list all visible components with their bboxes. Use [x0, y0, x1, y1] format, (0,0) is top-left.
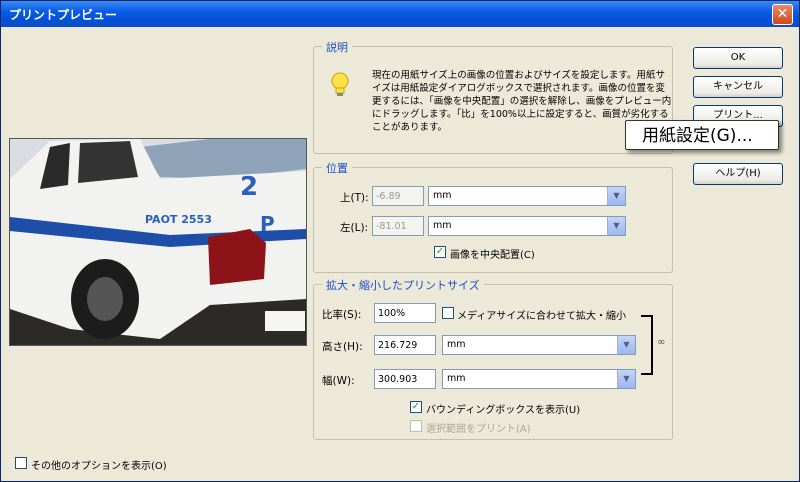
- description-legend: 説明: [322, 39, 352, 55]
- chevron-down-icon: ▼: [617, 336, 635, 354]
- scale-input[interactable]: 100%: [374, 303, 436, 323]
- top-input[interactable]: -6.89: [372, 186, 424, 206]
- left-unit-select[interactable]: mm ▼: [428, 216, 626, 236]
- fit-media-label: メディアサイズに合わせて拡大・縮小: [457, 311, 626, 322]
- width-unit-select[interactable]: mm ▼: [442, 369, 636, 389]
- window-title: プリントプレビュー: [9, 8, 118, 22]
- left-label: 左(L):: [340, 222, 369, 234]
- chevron-down-icon: ▼: [607, 187, 625, 205]
- scaled-size-group: 拡大・縮小したプリントサイズ 比率(S): 100% メディアサイズに合わせて拡…: [313, 277, 673, 440]
- center-image-label: 画像を中央配置(C): [450, 250, 535, 261]
- bounding-box-label: バウンディングボックスを表示(U): [426, 405, 581, 416]
- title-bar[interactable]: プリントプレビュー ✕: [1, 1, 799, 27]
- link-icon: ∞: [657, 337, 666, 348]
- position-legend: 位置: [322, 160, 352, 176]
- svg-text:2: 2: [240, 172, 258, 202]
- print-selection-checkbox[interactable]: [410, 420, 422, 432]
- more-options-checkbox[interactable]: [15, 457, 27, 469]
- width-unit-value: mm: [447, 373, 466, 384]
- bounding-box-checkbox[interactable]: ✓: [410, 401, 422, 413]
- height-unit-select[interactable]: mm ▼: [442, 335, 636, 355]
- chevron-down-icon: ▼: [607, 217, 625, 235]
- top-unit-select[interactable]: mm ▼: [428, 186, 626, 206]
- police-car-photo: 2 PAOT 2553 P: [10, 139, 306, 345]
- scale-label: 比率(S):: [322, 309, 362, 321]
- scaled-size-legend: 拡大・縮小したプリントサイズ: [322, 277, 484, 293]
- cancel-button[interactable]: キャンセル: [693, 76, 783, 98]
- print-selection-label: 選択範囲をプリント(A): [426, 424, 531, 435]
- left-input[interactable]: -81.01: [372, 216, 424, 236]
- fit-media-checkbox[interactable]: [442, 307, 454, 319]
- left-unit-value: mm: [433, 220, 452, 231]
- page-setup-button-callout[interactable]: 用紙設定(G)...: [625, 120, 779, 150]
- close-button[interactable]: ✕: [772, 4, 793, 25]
- constrain-proportions-bracket: [641, 315, 653, 375]
- height-unit-value: mm: [447, 339, 466, 350]
- top-unit-value: mm: [433, 190, 452, 201]
- print-preview-dialog: プリントプレビュー ✕ 2 PAOT 2553 P 説明 現在の用紙サイズ上の画…: [0, 0, 800, 482]
- height-label: 高さ(H):: [322, 341, 363, 353]
- position-group: 位置 上(T): -6.89 mm ▼ 左(L): -81.01 mm ▼ ✓ …: [313, 160, 673, 273]
- width-label: 幅(W):: [322, 375, 355, 387]
- top-label: 上(T):: [340, 192, 369, 204]
- center-image-checkbox[interactable]: ✓: [434, 246, 446, 258]
- height-input[interactable]: 216.729: [374, 335, 436, 355]
- lightbulb-icon: [331, 72, 349, 96]
- help-button[interactable]: ヘルプ(H): [693, 163, 783, 185]
- svg-text:P: P: [260, 212, 275, 236]
- more-options-label: その他のオプションを表示(O): [31, 461, 167, 472]
- ok-button[interactable]: OK: [693, 47, 783, 69]
- chevron-down-icon: ▼: [617, 370, 635, 388]
- svg-text:PAOT 2553: PAOT 2553: [145, 213, 212, 226]
- description-group: 説明 現在の用紙サイズ上の画像の位置およびサイズを設定します。用紙サイズは用紙設…: [313, 39, 673, 154]
- width-input[interactable]: 300.903: [374, 369, 436, 389]
- print-preview-image[interactable]: 2 PAOT 2553 P: [9, 138, 307, 346]
